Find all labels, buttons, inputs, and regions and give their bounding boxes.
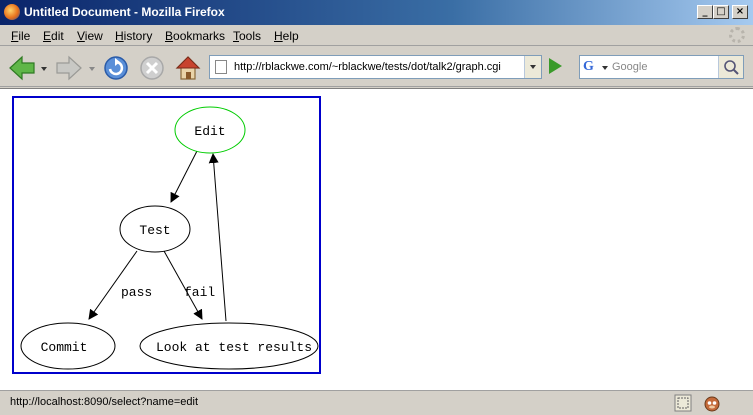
window-title: Untitled Document - Mozilla Firefox [24, 5, 225, 19]
url-history-dropdown[interactable] [524, 56, 541, 78]
browser-window: Untitled Document - Mozilla Firefox _ □ … [0, 0, 753, 415]
page-icon [215, 60, 227, 74]
node-look-label: Look at test results [156, 340, 312, 355]
edge-edit-test [170, 150, 198, 203]
menu-history[interactable]: History [115, 29, 152, 43]
graph-image-map: pass fail Edit Test Commit Look at test … [12, 96, 321, 374]
minimize-button[interactable]: _ [697, 5, 713, 19]
menu-help[interactable]: Help [274, 29, 299, 43]
node-commit-label: Commit [41, 340, 88, 355]
stop-icon[interactable] [138, 54, 166, 82]
firefox-icon [4, 4, 20, 20]
forward-dropdown-icon[interactable] [89, 67, 95, 71]
edge-label-fail: fail [184, 285, 215, 300]
search-bar[interactable]: G Google [579, 55, 744, 79]
page-content: pass fail Edit Test Commit Look at test … [0, 88, 753, 390]
chevron-down-icon [530, 65, 536, 69]
back-dropdown-icon[interactable] [41, 67, 47, 71]
back-arrow-icon[interactable] [8, 55, 36, 81]
node-edit-label: Edit [194, 124, 225, 139]
menu-file[interactable]: File [11, 29, 30, 43]
node-edit[interactable]: Edit [174, 106, 246, 154]
go-button[interactable] [549, 58, 562, 74]
engine-dropdown-icon[interactable] [602, 66, 608, 70]
status-bar: http://localhost:8090/select?name=edit [0, 390, 753, 415]
maximize-button[interactable]: □ [713, 5, 729, 19]
edge-label-pass: pass [121, 285, 152, 300]
navigation-toolbar: http://rblackwe.com/~rblackwe/tests/dot/… [0, 47, 753, 87]
close-button[interactable]: × [732, 5, 748, 19]
page-info-icon[interactable] [674, 394, 692, 412]
node-test[interactable]: Test [119, 205, 191, 253]
status-text: http://localhost:8090/select?name=edit [10, 396, 199, 408]
node-look-at-test-results[interactable]: Look at test results [139, 322, 319, 370]
search-input[interactable]: Google [612, 61, 647, 73]
search-button[interactable] [718, 56, 743, 78]
title-bar: Untitled Document - Mozilla Firefox _ □ … [0, 0, 753, 25]
reload-icon[interactable] [102, 54, 130, 82]
url-bar[interactable]: http://rblackwe.com/~rblackwe/tests/dot/… [209, 55, 542, 79]
node-test-label: Test [139, 223, 170, 238]
workflow-graph: pass fail Edit Test Commit Look at test … [20, 106, 319, 370]
menu-view[interactable]: View [77, 29, 103, 43]
throbber-icon [729, 27, 745, 43]
node-commit[interactable]: Commit [20, 322, 116, 370]
google-engine-icon[interactable]: G [583, 59, 599, 75]
forward-arrow-icon[interactable] [55, 55, 83, 81]
home-icon[interactable] [174, 54, 202, 82]
menu-bookmarks[interactable]: Bookmarks [165, 29, 225, 43]
greasemonkey-icon[interactable] [703, 394, 721, 412]
menu-tools[interactable]: Tools [233, 29, 261, 43]
menu-bar: File Edit View History Bookmarks Tools H… [0, 25, 753, 46]
magnifier-icon [724, 60, 739, 75]
menu-edit[interactable]: Edit [43, 29, 64, 43]
url-text[interactable]: http://rblackwe.com/~rblackwe/tests/dot/… [234, 61, 501, 73]
